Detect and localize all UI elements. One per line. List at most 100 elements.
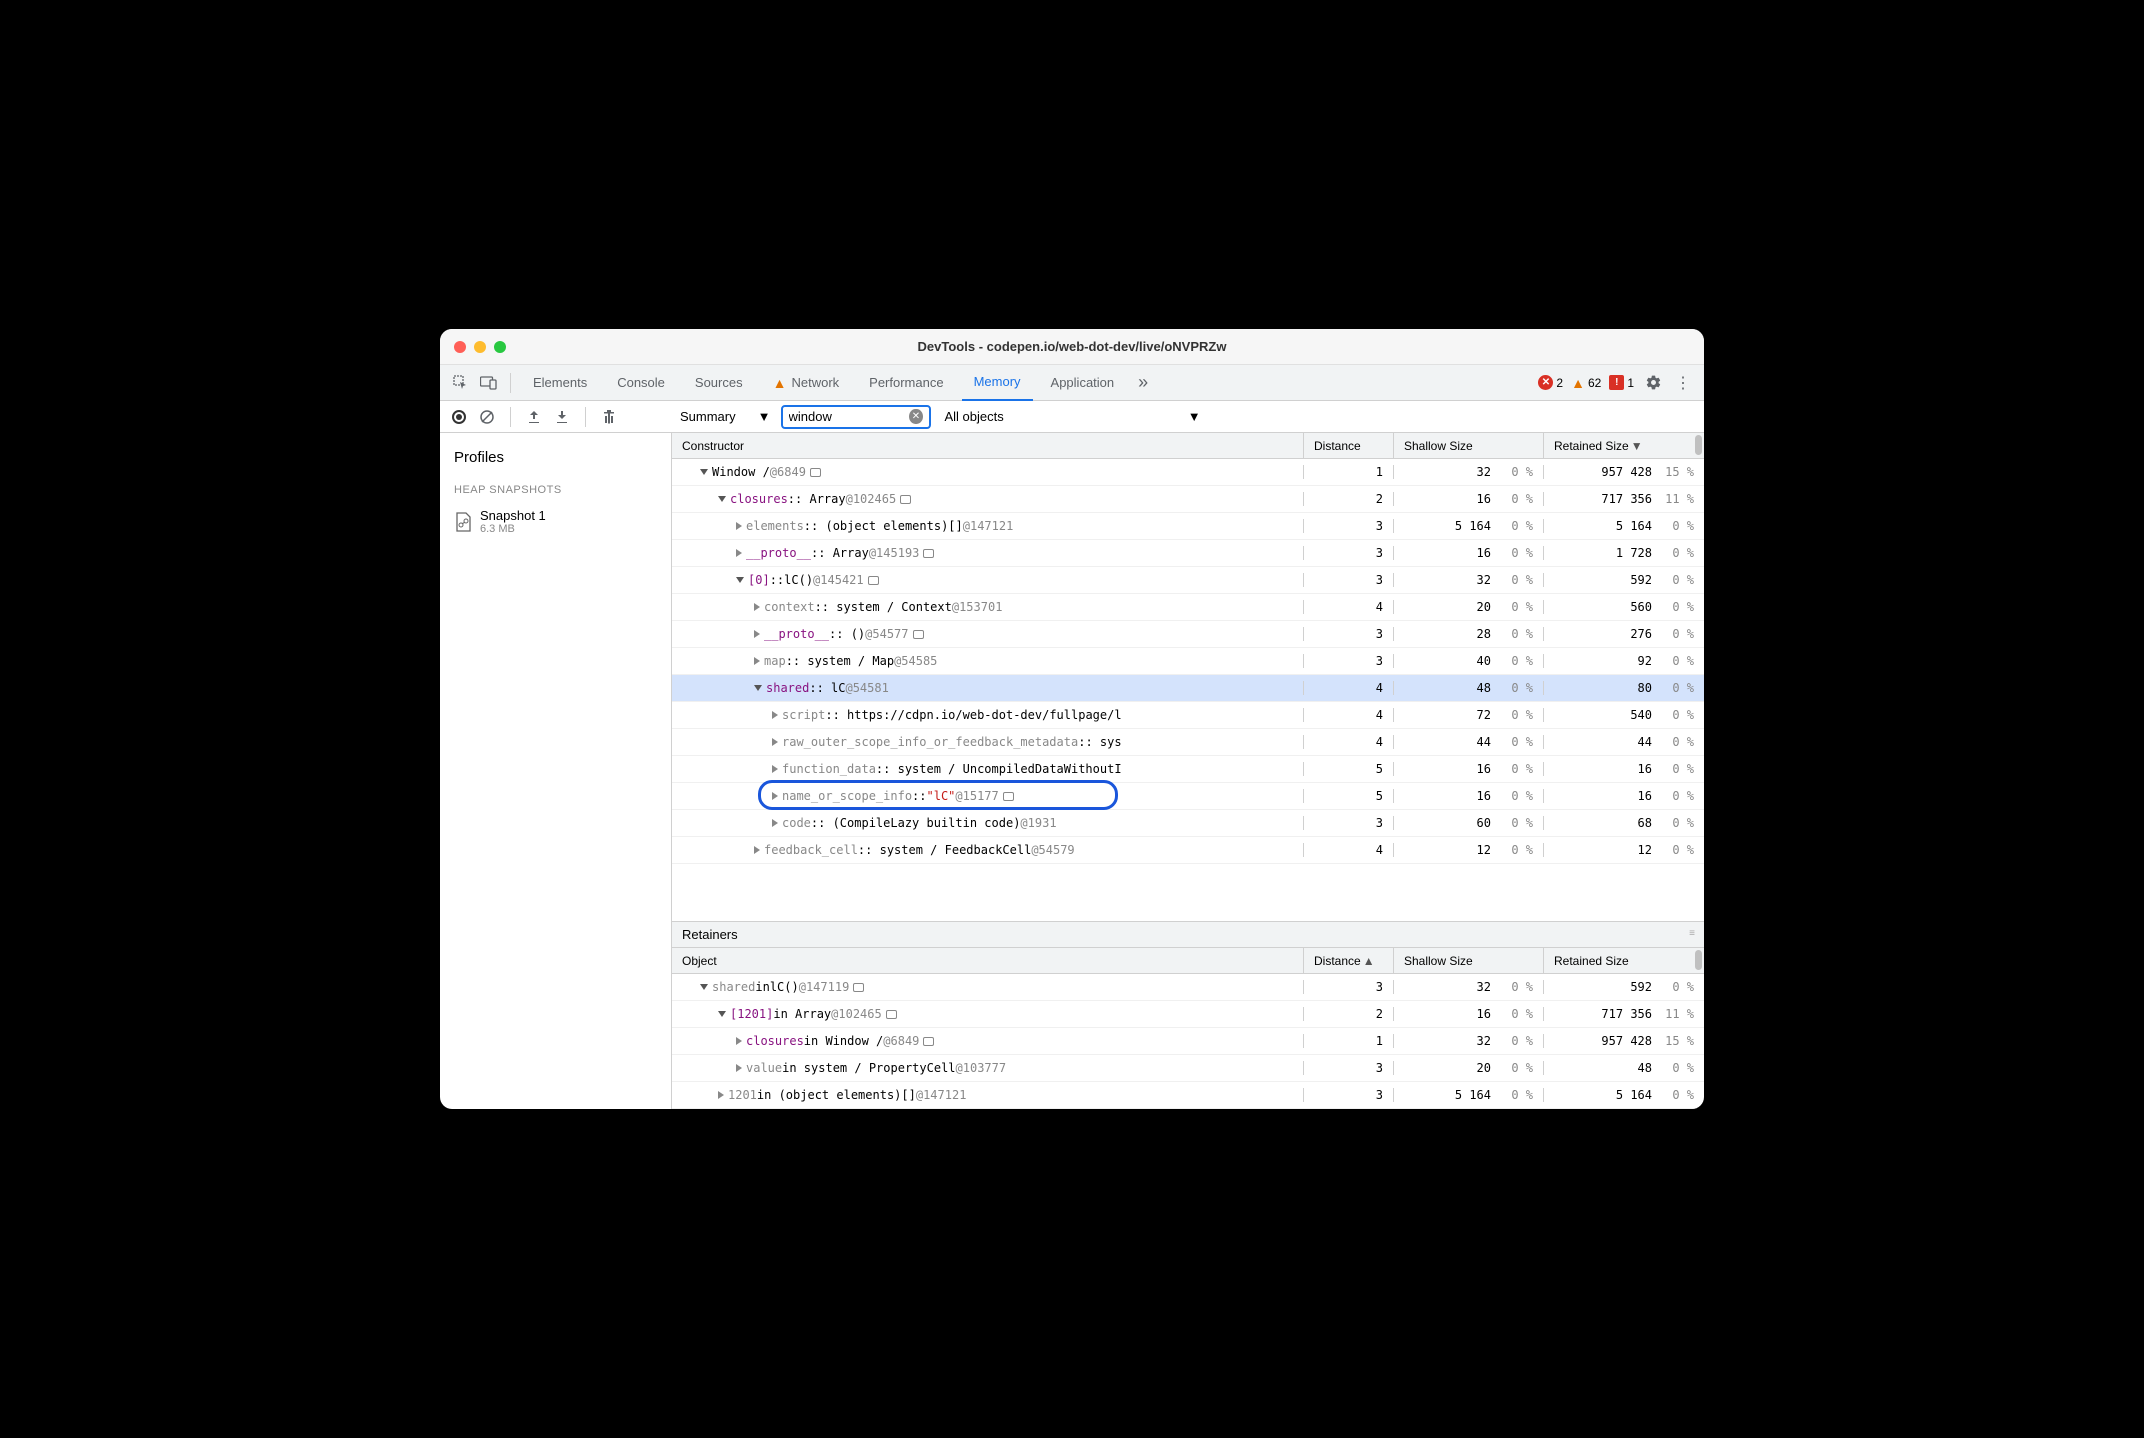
inspect-icon[interactable] <box>450 372 472 394</box>
constructor-rows[interactable]: Window / @68491320 %957 42815 %closures … <box>672 459 1704 921</box>
issue-count[interactable]: !1 <box>1609 375 1634 390</box>
col-constructor[interactable]: Constructor <box>672 433 1304 458</box>
scope-dropdown[interactable]: All objects▼ <box>945 409 1201 424</box>
devtools-window: DevTools - codepen.io/web-dot-dev/live/o… <box>440 329 1704 1109</box>
filter-text[interactable] <box>789 409 906 424</box>
popout-icon[interactable] <box>900 495 911 504</box>
snapshot-size: 6.3 MB <box>480 523 546 535</box>
table-row[interactable]: code :: (CompileLazy builtin code) @1931… <box>672 810 1704 837</box>
table-row[interactable]: Window / @68491320 %957 42815 % <box>672 459 1704 486</box>
upload-icon[interactable] <box>525 408 543 426</box>
popout-icon[interactable] <box>868 576 879 585</box>
col-distance[interactable]: Distance <box>1304 433 1394 458</box>
main-panel: Constructor Distance Shallow Size Retain… <box>672 433 1704 1109</box>
collapse-icon[interactable] <box>718 496 726 502</box>
snapshot-icon <box>454 513 472 531</box>
table-row[interactable]: closures :: Array @1024652160 %717 35611… <box>672 486 1704 513</box>
expand-icon[interactable] <box>772 738 778 746</box>
clear-icon[interactable] <box>478 408 496 426</box>
table-row[interactable]: [0] :: lC() @1454213320 %5920 % <box>672 567 1704 594</box>
settings-icon[interactable] <box>1642 372 1664 394</box>
table-row[interactable]: 1201 in (object elements)[] @14712135 16… <box>672 1082 1704 1109</box>
tab-elements[interactable]: Elements <box>521 365 599 401</box>
collapse-icon[interactable] <box>736 577 744 583</box>
expand-icon[interactable] <box>736 549 742 557</box>
warning-count[interactable]: ▲62 <box>1571 375 1601 391</box>
table-row[interactable]: __proto__ :: () @545773280 %2760 % <box>672 621 1704 648</box>
collapse-icon[interactable] <box>754 685 762 691</box>
table-row[interactable]: raw_outer_scope_info_or_feedback_metadat… <box>672 729 1704 756</box>
minimize-window-button[interactable] <box>474 341 486 353</box>
table-row[interactable]: shared :: lC @545814480 %800 % <box>672 675 1704 702</box>
close-window-button[interactable] <box>454 341 466 353</box>
tab-application[interactable]: Application <box>1039 365 1127 401</box>
more-tabs-icon[interactable]: » <box>1132 372 1154 394</box>
download-icon[interactable] <box>553 408 571 426</box>
table-row[interactable]: __proto__ :: Array @1451933160 %1 7280 % <box>672 540 1704 567</box>
table-row[interactable]: script :: https://cdpn.io/web-dot-dev/fu… <box>672 702 1704 729</box>
table-row[interactable]: feedback_cell :: system / FeedbackCell @… <box>672 837 1704 864</box>
popout-icon[interactable] <box>913 630 924 639</box>
table-row[interactable]: shared in lC() @1471193320 %5920 % <box>672 974 1704 1001</box>
col-retained-r[interactable]: Retained Size <box>1544 948 1704 973</box>
expand-icon[interactable] <box>754 630 760 638</box>
device-toolbar-icon[interactable] <box>478 372 500 394</box>
separator <box>585 407 586 427</box>
tab-memory[interactable]: Memory <box>962 365 1033 401</box>
expand-icon[interactable] <box>772 765 778 773</box>
zoom-window-button[interactable] <box>494 341 506 353</box>
col-retained[interactable]: Retained Size▼ <box>1544 433 1704 458</box>
error-count[interactable]: ✕2 <box>1538 375 1563 390</box>
col-shallow-r[interactable]: Shallow Size <box>1394 948 1544 973</box>
separator <box>510 407 511 427</box>
kebab-menu-icon[interactable]: ⋮ <box>1672 372 1694 394</box>
tab-network[interactable]: ▲Network <box>761 365 852 401</box>
col-object[interactable]: Object <box>672 948 1304 973</box>
panel-tabbar: Elements Console Sources ▲Network Perfor… <box>440 365 1704 401</box>
table-row[interactable]: closures in Window / @68491320 %957 4281… <box>672 1028 1704 1055</box>
expand-icon[interactable] <box>736 1064 742 1072</box>
sidebar-section-heading: HEAP SNAPSHOTS <box>440 474 671 502</box>
tab-sources[interactable]: Sources <box>683 365 755 401</box>
record-icon[interactable] <box>450 408 468 426</box>
expand-icon[interactable] <box>772 819 778 827</box>
collapse-icon[interactable] <box>700 469 708 475</box>
clear-filter-icon[interactable]: ✕ <box>909 409 922 424</box>
retainers-header: Retainers ≡ <box>672 921 1704 948</box>
expand-icon[interactable] <box>754 603 760 611</box>
table-row[interactable]: context :: system / Context @1537014200 … <box>672 594 1704 621</box>
table-row[interactable]: value in system / PropertyCell @10377732… <box>672 1055 1704 1082</box>
popout-icon[interactable] <box>923 1037 934 1046</box>
expand-icon[interactable] <box>718 1091 724 1099</box>
expand-icon[interactable] <box>736 1037 742 1045</box>
table-row[interactable]: map :: system / Map @545853400 %920 % <box>672 648 1704 675</box>
tab-performance[interactable]: Performance <box>857 365 955 401</box>
table-row[interactable]: [1201] in Array @1024652160 %717 35611 % <box>672 1001 1704 1028</box>
gc-icon[interactable] <box>600 408 618 426</box>
popout-icon[interactable] <box>1003 792 1014 801</box>
expand-icon[interactable] <box>772 792 778 800</box>
table-row[interactable]: elements :: (object elements)[] @1471213… <box>672 513 1704 540</box>
popout-icon[interactable] <box>923 549 934 558</box>
popout-icon[interactable] <box>853 983 864 992</box>
scrollbar-thumb[interactable] <box>1695 435 1702 455</box>
popout-icon[interactable] <box>886 1010 897 1019</box>
expand-icon[interactable] <box>772 711 778 719</box>
tab-console[interactable]: Console <box>605 365 677 401</box>
collapse-icon[interactable] <box>718 1011 726 1017</box>
col-distance-r[interactable]: Distance▲ <box>1304 948 1394 973</box>
view-dropdown[interactable]: Summary▼ <box>680 409 771 424</box>
class-filter-input[interactable]: ✕ <box>781 405 931 429</box>
drag-handle-icon[interactable]: ≡ <box>1689 928 1696 939</box>
snapshot-item[interactable]: Snapshot 1 6.3 MB <box>440 502 671 541</box>
scrollbar-thumb[interactable] <box>1695 950 1702 970</box>
col-shallow[interactable]: Shallow Size <box>1394 433 1544 458</box>
expand-icon[interactable] <box>736 522 742 530</box>
expand-icon[interactable] <box>754 657 760 665</box>
expand-icon[interactable] <box>754 846 760 854</box>
retainer-rows[interactable]: shared in lC() @1471193320 %5920 %[1201]… <box>672 974 1704 1109</box>
collapse-icon[interactable] <box>700 984 708 990</box>
popout-icon[interactable] <box>810 468 821 477</box>
table-row[interactable]: function_data :: system / UncompiledData… <box>672 756 1704 783</box>
table-row[interactable]: name_or_scope_info :: "lC" @151775160 %1… <box>672 783 1704 810</box>
